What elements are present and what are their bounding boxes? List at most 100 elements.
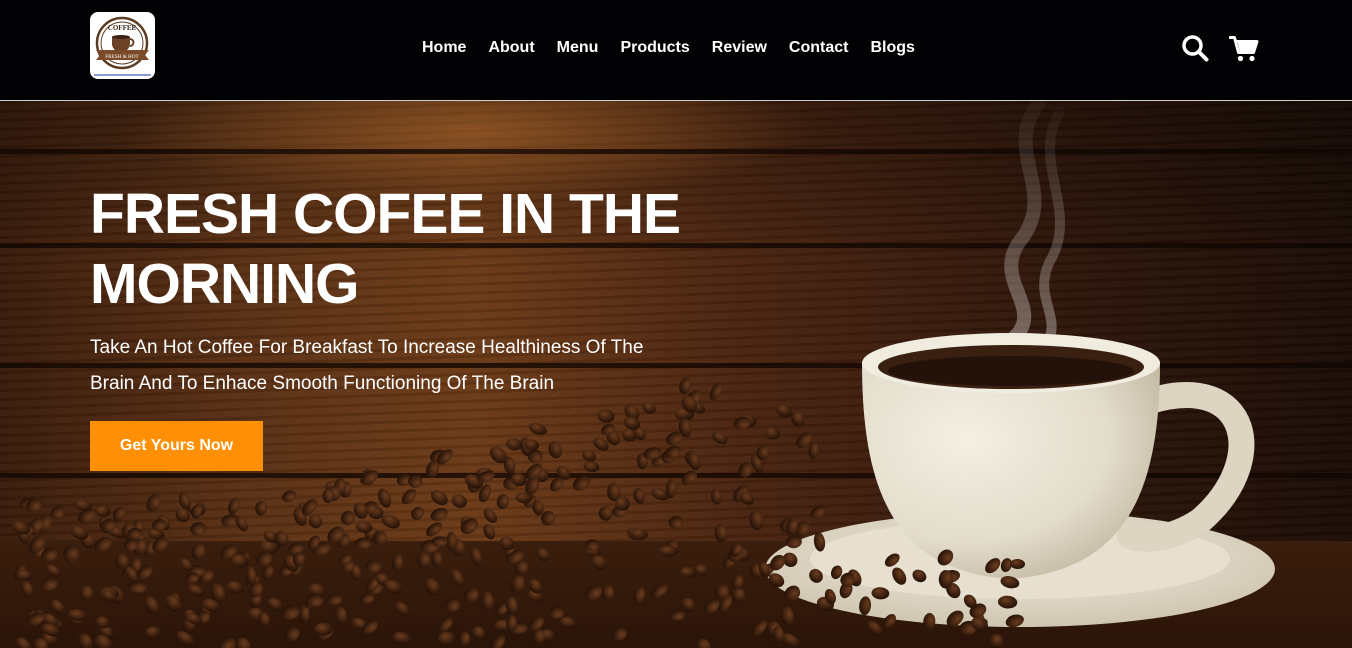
coffee-bean — [506, 438, 522, 451]
coffee-bean — [377, 488, 392, 508]
coffee-bean — [464, 587, 479, 603]
search-icon[interactable] — [1181, 34, 1209, 67]
coffee-bean — [191, 543, 206, 560]
coffee-bean — [597, 409, 615, 423]
coffee-bean — [288, 542, 304, 554]
coffee-bean — [775, 404, 792, 418]
coffee-bean — [63, 545, 79, 561]
coffee-bean — [144, 596, 160, 615]
coffee-bean — [190, 522, 206, 537]
coffee-bean — [583, 461, 600, 473]
coffee-bean — [94, 536, 112, 552]
coffee-bean — [714, 524, 728, 543]
coffee-bean — [710, 488, 722, 505]
coffee-bean — [490, 635, 506, 648]
coffee-bean — [95, 505, 111, 517]
coffee-bean — [146, 626, 162, 639]
coffee-bean — [679, 566, 697, 578]
coffee-bean — [394, 601, 410, 616]
coffee-bean — [808, 441, 819, 460]
coffee-bean — [749, 510, 764, 531]
coffee-bean — [40, 577, 59, 591]
coffee-bean — [633, 487, 645, 504]
logo[interactable]: COFFEE FRESH & HOT — [90, 12, 155, 79]
coffee-bean — [424, 578, 440, 596]
main-nav: Home About Menu Products Review Contact … — [422, 38, 915, 60]
coffee-bean — [505, 596, 518, 615]
nav-contact[interactable]: Contact — [789, 38, 849, 60]
coffee-bean — [431, 551, 443, 568]
coffee-bean — [867, 620, 883, 636]
coffee-bean — [496, 493, 509, 510]
coffee-bean — [78, 633, 93, 648]
coffee-bean — [50, 599, 65, 614]
coffee-bean — [417, 552, 431, 569]
coffee-bean — [751, 619, 768, 636]
coffee-bean — [681, 470, 698, 485]
coffee-bean — [548, 441, 563, 459]
nav-blogs[interactable]: Blogs — [870, 38, 914, 60]
coffee-bean — [458, 631, 471, 647]
coffee-bean — [781, 606, 795, 626]
coffee-bean — [668, 516, 684, 529]
coffee-bean — [601, 585, 615, 601]
site-header: COFFEE FRESH & HOT Home About Menu Produ… — [0, 0, 1352, 101]
coffee-bean — [572, 475, 591, 491]
coffee-bean — [21, 580, 33, 598]
coffee-bean — [450, 568, 465, 587]
coffee-bean — [694, 564, 709, 576]
logo-banner-text: FRESH & HOT — [105, 54, 139, 60]
nav-products[interactable]: Products — [620, 38, 689, 60]
coffee-bean — [598, 506, 613, 521]
coffee-bean — [392, 553, 403, 572]
coffee-bean — [176, 631, 195, 646]
coffee-bean — [712, 431, 728, 445]
hero-section: FRESH COFEE IN THE MORNING Take An Hot C… — [0, 101, 1352, 648]
hero-subtitle: Take An Hot Coffee For Breakfast To Incr… — [90, 337, 644, 394]
coffee-cup-badge-icon: COFFEE FRESH & HOT — [94, 16, 151, 76]
logo-text: COFFEE — [108, 24, 137, 32]
coffee-bean — [326, 593, 343, 606]
coffee-bean — [365, 559, 382, 573]
coffee-bean — [282, 490, 297, 503]
coffee-bean — [393, 631, 412, 645]
coffee-bean — [709, 382, 723, 400]
coffee-bean — [642, 402, 656, 414]
nav-about[interactable]: About — [488, 38, 534, 60]
coffee-bean — [560, 616, 577, 629]
coffee-bean — [16, 637, 32, 648]
coffee-bean — [438, 617, 453, 632]
coffee-bean — [68, 609, 88, 621]
coffee-bean — [989, 634, 1004, 648]
coffee-bean — [764, 426, 781, 440]
nav-menu[interactable]: Menu — [557, 38, 599, 60]
coffee-bean — [528, 422, 547, 435]
hero-title: FRESH COFEE IN THE MORNING — [90, 182, 681, 316]
coffee-bean — [308, 514, 323, 529]
coffee-bean — [187, 584, 205, 597]
coffee-bean — [445, 597, 461, 612]
cart-icon[interactable] — [1228, 35, 1259, 67]
coffee-bean — [633, 586, 646, 605]
coffee-bean — [669, 609, 686, 621]
coffee-bean — [228, 497, 240, 515]
coffee-bean — [79, 584, 93, 601]
coffee-bean — [334, 606, 347, 624]
coffee-bean — [510, 574, 525, 594]
coffee-bean — [401, 489, 417, 505]
coffee-bean — [426, 522, 443, 537]
coffee-bean — [411, 506, 424, 520]
coffee-bean — [810, 505, 827, 519]
coffee-bean — [438, 631, 456, 646]
coffee-bean — [430, 490, 448, 506]
get-yours-now-button[interactable]: Get Yours Now — [90, 421, 263, 471]
coffee-bean — [226, 580, 245, 594]
coffee-bean — [430, 507, 448, 521]
coffee-bean — [585, 584, 603, 601]
coffee-bean — [255, 500, 268, 516]
nav-home[interactable]: Home — [422, 38, 466, 60]
nav-review[interactable]: Review — [712, 38, 767, 60]
coffee-bean — [470, 547, 482, 567]
coffee-bean — [536, 547, 550, 562]
coffee-bean — [548, 606, 565, 619]
